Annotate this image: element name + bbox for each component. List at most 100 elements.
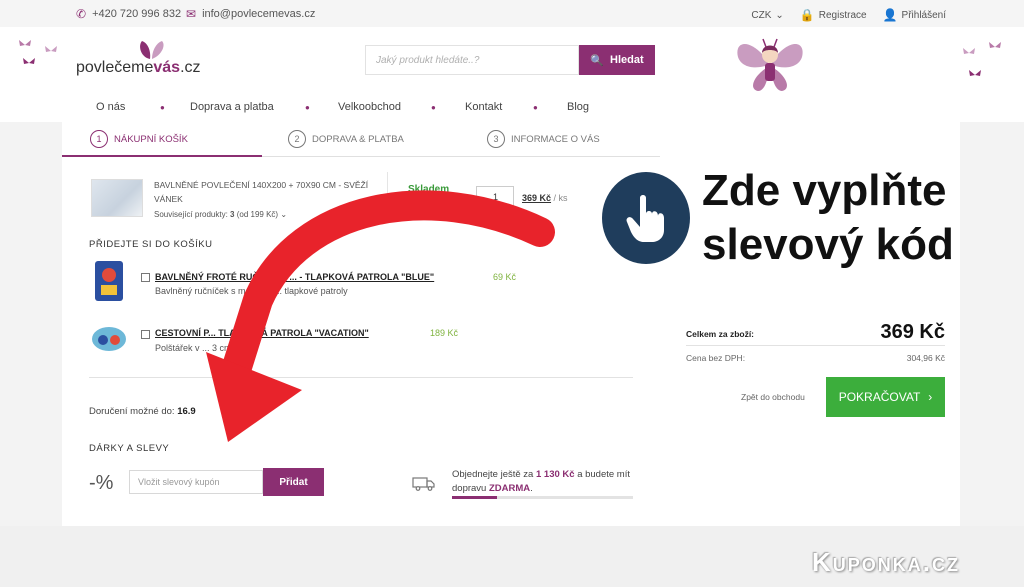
butterfly-decoration-icon <box>23 58 35 64</box>
email-icon: ✉ <box>186 7 197 21</box>
upsell-product-price: 69 Kč <box>493 272 517 282</box>
email-address: info@povlecemevas.cz <box>202 8 316 20</box>
column-divider <box>387 172 388 222</box>
total-label: Celkem za zboží: <box>686 329 755 339</box>
search-button[interactable]: 🔍 Hledat <box>579 45 655 75</box>
promo-headline: Zde vyplňte slevový kód <box>702 164 954 272</box>
nav-separator: ● <box>305 103 310 112</box>
currency-label: CZK <box>751 9 772 21</box>
upsell-product-name[interactable]: BAVLNĚNÝ FROTÉ RUČNÍČEK ... - TLAPKOVÁ P… <box>155 272 434 282</box>
butterfly-decoration-icon <box>989 42 1001 48</box>
free-shipping-note: Objednejte ještě za 1 130 Kč a budete mí… <box>452 468 642 496</box>
upsell-product-name[interactable]: CESTOVNÍ P... TLAPKOVÁ PATROLA "VACATION… <box>155 328 369 338</box>
step-info[interactable]: 3 INFORMACE O VÁS <box>487 130 600 148</box>
upsell-checkbox[interactable] <box>141 330 150 339</box>
register-label: Registrace <box>818 9 867 21</box>
related-count: 3 <box>230 210 235 219</box>
step-shipping[interactable]: 2 DOPRAVA & PLATBA <box>288 130 404 148</box>
truck-icon <box>412 477 435 491</box>
related-from-price: (od 199 Kč) <box>236 210 279 219</box>
currency-select[interactable]: CZK ⌄ <box>751 10 783 21</box>
nav-item-contact[interactable]: Kontakt <box>465 101 502 113</box>
free-shipping-amount: 1 130 Kč <box>535 469 575 480</box>
logo-suffix: .cz <box>180 59 201 76</box>
register-link[interactable]: 🔒 Registrace <box>800 8 867 22</box>
lock-icon: 🔒 <box>799 8 815 22</box>
phone-icon: ✆ <box>76 7 87 21</box>
step-label: DOPRAVA & PLATBA <box>312 133 404 145</box>
email-contact[interactable]: ✉ info@povlecemevas.cz <box>186 7 315 21</box>
nav-item-shipping[interactable]: Doprava a platba <box>190 101 274 113</box>
related-label: Související produkty: <box>154 210 228 219</box>
upsell-product-desc: Polštářek v ... 3 cm. <box>155 343 235 353</box>
free-shipping-progress <box>452 496 633 499</box>
user-icon: 👤 <box>882 8 898 22</box>
product-name[interactable]: BAVLNĚNÉ POVLEČENÍ 140X200 + 70X90 CM - … <box>154 178 384 206</box>
phone-number: +420 720 996 832 <box>92 8 182 20</box>
step-label: INFORMACE O VÁS <box>511 133 600 145</box>
free-shipping-progress-fill <box>452 496 498 499</box>
upsell-title: PŘIDEJTE SI DO KOŠÍKU <box>89 239 213 250</box>
search-input[interactable]: Jaký produkt hledáte..? <box>365 45 579 75</box>
logo-prefix: povlečeme <box>76 59 154 76</box>
logo-brand: vás <box>153 59 181 76</box>
delivery-label: Doručení možné do: <box>89 406 175 417</box>
search-icon: 🔍 <box>590 54 605 67</box>
search-button-label: Hledat <box>610 54 644 66</box>
continue-button[interactable]: POKRAČOVAT › <box>826 377 945 417</box>
total-value: 369 Kč <box>880 321 946 343</box>
step-number: 2 <box>288 130 306 148</box>
nav-separator: ● <box>431 103 436 112</box>
free-shipping-period: . <box>530 483 533 494</box>
top-bar: ✆ +420 720 996 832 ✉ info@povlecemevas.c… <box>0 0 1024 27</box>
active-step-indicator <box>62 155 262 157</box>
login-link[interactable]: 👤 Přihlášení <box>883 8 946 22</box>
item-price: 369 Kč / ks <box>522 193 568 203</box>
delivery-date: Doručení možné do: 16.9 <box>89 406 196 417</box>
nav-item-wholesale[interactable]: Velkoobchod <box>338 101 401 113</box>
upsell-product-image[interactable] <box>91 325 127 353</box>
upsell-product-image[interactable] <box>95 261 123 301</box>
free-shipping-pre: Objednejte ještě za <box>452 469 534 480</box>
discount-percent-icon: -% <box>89 472 114 494</box>
item-price-value: 369 Kč <box>522 193 552 203</box>
fairy-mascot-image <box>737 38 803 91</box>
pointing-hand-badge <box>602 172 690 264</box>
step-number: 1 <box>90 130 108 148</box>
chevron-right-icon: › <box>928 390 933 404</box>
add-coupon-button[interactable]: Přidat <box>263 468 324 496</box>
net-price-value: 304,96 Kč <box>906 353 945 363</box>
checkout-steps: 1 NÁKUPNÍ KOŠÍK 2 DOPRAVA & PLATBA 3 INF… <box>62 125 660 157</box>
related-products-toggle[interactable]: Související produkty: 3 (od 199 Kč) ⌄ <box>154 210 287 219</box>
nav-separator: ● <box>533 103 538 112</box>
nav-item-about[interactable]: O nás <box>96 101 125 113</box>
discount-title: DÁRKY A SLEVY <box>89 443 170 454</box>
watermark: Kuponka.cz <box>812 547 960 577</box>
nav-item-blog[interactable]: Blog <box>567 101 589 113</box>
pointing-hand-icon <box>626 195 664 242</box>
login-label: Přihlášení <box>901 9 946 21</box>
upsell-checkbox[interactable] <box>141 273 150 282</box>
upsell-product-price: 189 Kč <box>430 328 459 338</box>
chevron-down-icon: ⌄ <box>280 210 288 219</box>
phone-contact[interactable]: ✆ +420 720 996 832 <box>76 7 181 21</box>
step-label: NÁKUPNÍ KOŠÍK <box>114 133 188 145</box>
continue-button-label: POKRAČOVAT <box>838 390 921 404</box>
coupon-input[interactable]: Vložit slevový kupón <box>129 470 263 494</box>
butterfly-decoration-icon <box>963 48 975 54</box>
site-logo[interactable]: povlečemevás.cz <box>76 59 201 77</box>
step-cart[interactable]: 1 NÁKUPNÍ KOŠÍK <box>90 130 188 148</box>
product-thumbnail[interactable] <box>91 179 143 217</box>
chevron-down-icon: ⌄ <box>775 9 784 21</box>
delivery-date-value: 16.9 <box>177 406 196 417</box>
section-divider <box>89 377 633 378</box>
back-to-shop-link[interactable]: Zpět do obchodu <box>741 392 805 402</box>
nav-separator: ● <box>160 103 165 112</box>
butterfly-decoration-icon <box>19 40 31 46</box>
net-price-label: Cena bez DPH: <box>686 353 746 363</box>
quantity-stepper[interactable]: 1 <box>476 186 514 208</box>
stock-status: Skladem <box>408 184 450 195</box>
butterfly-decoration-icon <box>45 46 57 52</box>
free-shipping-free: ZDARMA <box>488 483 531 494</box>
promo-line-2: slevový kód <box>702 220 954 269</box>
